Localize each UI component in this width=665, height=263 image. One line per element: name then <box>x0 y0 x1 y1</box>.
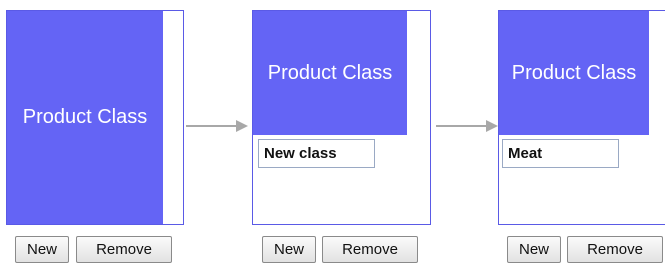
product-class-label: Product Class <box>511 61 637 84</box>
remove-button[interactable]: Remove <box>567 236 663 263</box>
class-name-input[interactable] <box>502 139 619 168</box>
arrow-right-icon <box>186 120 248 132</box>
product-class-label: Product Class <box>22 106 148 128</box>
remove-button[interactable]: Remove <box>76 236 172 263</box>
class-name-input[interactable] <box>258 139 375 168</box>
product-class-block[interactable]: Product Class <box>499 11 649 135</box>
new-button[interactable]: New <box>262 236 316 263</box>
new-button[interactable]: New <box>507 236 561 263</box>
product-class-block[interactable]: Product Class <box>7 11 163 224</box>
remove-button[interactable]: Remove <box>322 236 418 263</box>
product-class-label: Product Class <box>267 61 393 84</box>
panel-step-1: Product Class <box>6 10 184 225</box>
new-button[interactable]: New <box>15 236 69 263</box>
arrow-right-icon <box>436 120 498 132</box>
panel-step-3: Product Class <box>498 10 665 225</box>
panel-step-2: Product Class <box>252 10 431 225</box>
product-class-block[interactable]: Product Class <box>253 11 407 135</box>
